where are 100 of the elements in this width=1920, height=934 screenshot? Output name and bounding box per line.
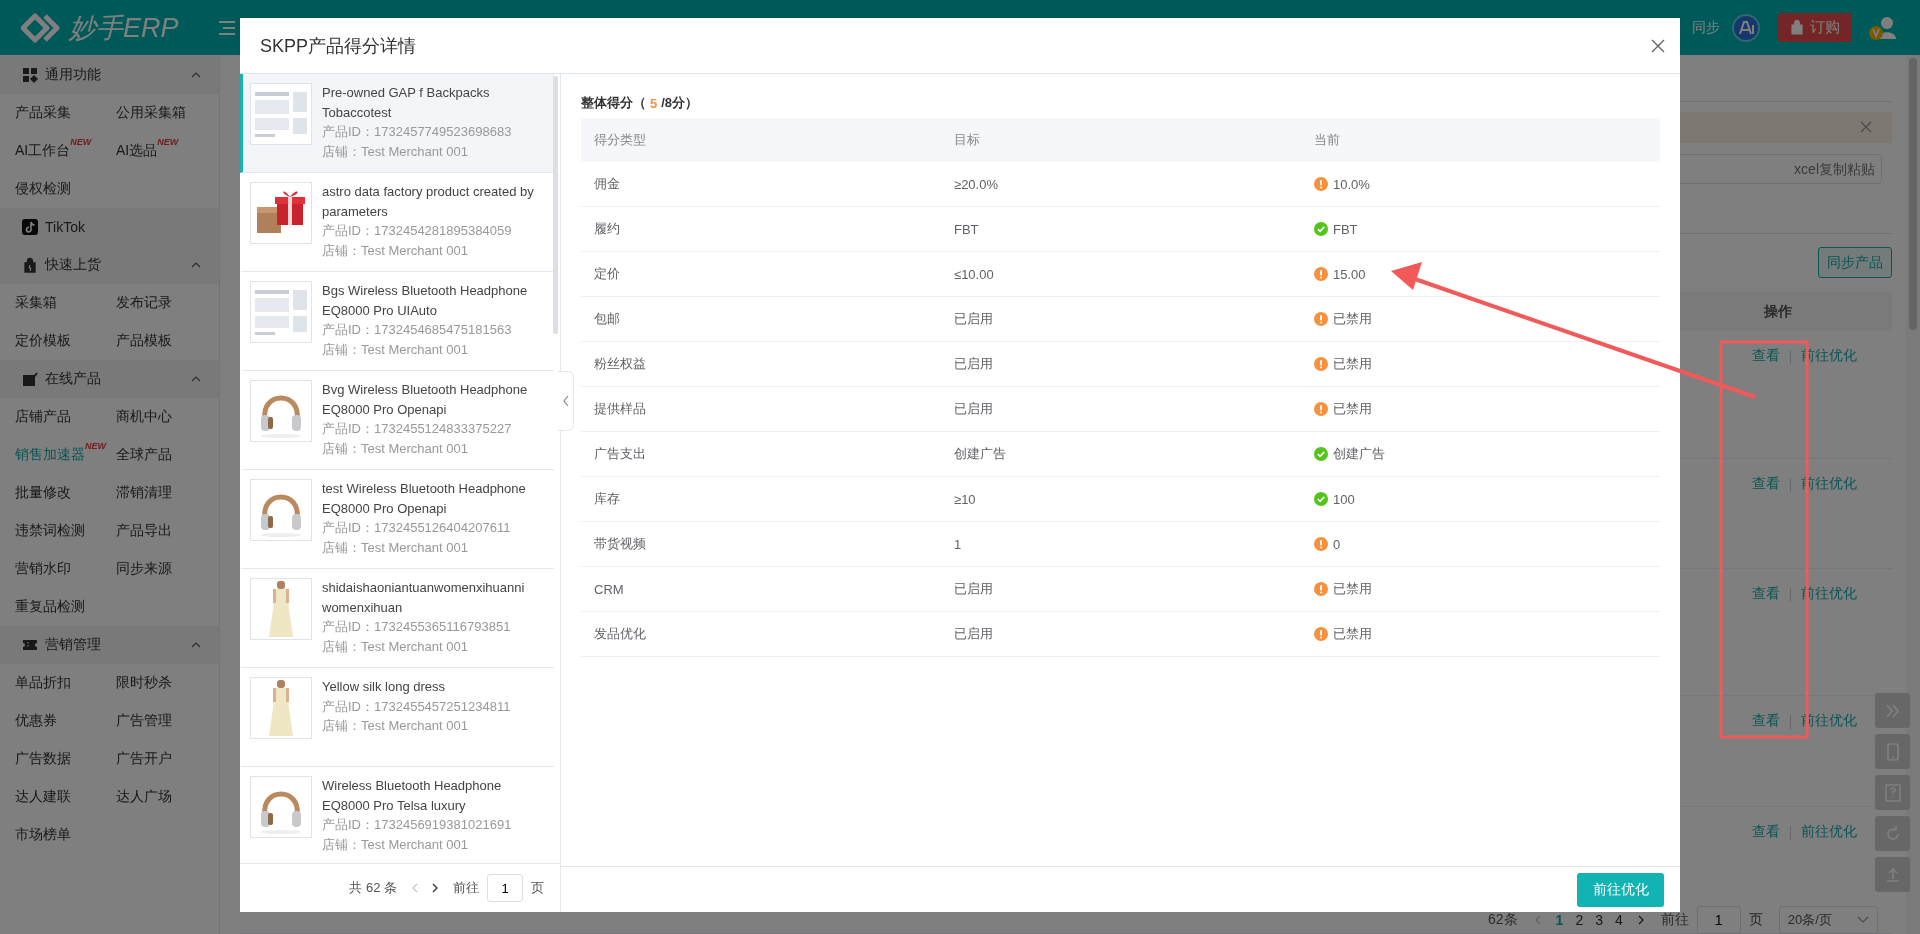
shop-name: 店铺：Test Merchant 001 [322, 717, 469, 735]
product-list-item[interactable]: test Wireless Bluetooth Headphone EQ8000 Pro Openapi 产品ID：1732455126404207611 店铺：Test Merchant 001 [240, 470, 554, 569]
floating-button[interactable] [1875, 857, 1910, 892]
sidebar-item[interactable]: 优惠券 [15, 712, 57, 730]
sidebar-item[interactable]: 限时秒杀 [116, 674, 172, 692]
page-number[interactable]: 4 [1614, 912, 1623, 928]
warning-icon [1314, 357, 1328, 371]
menu-icon[interactable] [218, 18, 235, 37]
product-list-item[interactable]: Bvg Wireless Bluetooth Headphone EQ8000 Pro Openapi 产品ID：1732455124833375227 店铺：Test Merchant 001 [240, 371, 554, 470]
close-icon[interactable] [1651, 38, 1665, 53]
table-cell-text: FBT [953, 221, 980, 237]
next-icon[interactable] [431, 883, 439, 893]
floating-button[interactable] [1875, 816, 1910, 851]
sidebar-item[interactable]: 重复品检测 [15, 598, 85, 616]
view-link[interactable]: 查看 [1752, 585, 1780, 604]
warning-icon [1314, 582, 1328, 596]
grid-icon [22, 67, 38, 83]
sidebar-item[interactable]: 发布记录 [116, 294, 172, 312]
previous-icon[interactable] [1533, 915, 1542, 925]
sidebar-item[interactable]: 产品采集 [15, 104, 71, 122]
goto-label: 前往 [1660, 911, 1689, 929]
product-list-item[interactable]: shidaishaoniantuanwomenxihuanni womenxihuan 产品ID：1732455365116793851 店铺：Test Merchant 001 [240, 569, 554, 668]
column-header: 得分类型 [593, 131, 647, 149]
scrollbar[interactable] [553, 76, 558, 334]
page-input[interactable]: 1 [1696, 906, 1741, 934]
section-header[interactable]: 在线产品 [0, 360, 219, 398]
product-list-item[interactable]: Pre-owned GAP f Backpacks Tobaccotest 产品ID：1732457749523698683 店铺：Test Merchant 001 [240, 74, 554, 173]
page-number[interactable]: 3 [1595, 912, 1603, 928]
product-list-item[interactable]: Yellow silk long dress 产品ID：1732455457251234811 店铺：Test Merchant 001 [240, 668, 554, 767]
sidebar-item[interactable]: 广告开户 [116, 750, 172, 768]
floating-button[interactable] [1875, 693, 1910, 728]
table-cell-text: 发品优化 [593, 625, 647, 643]
sidebar-item[interactable]: AI选品 [116, 142, 158, 160]
product-name: Pre-owned GAP f Backpacks Tobaccotest [322, 84, 491, 122]
product-list-item[interactable]: Bgs Wireless Bluetooth Headphone EQ8000 Pro UIAuto 产品ID：1732454685475181563 店铺：Test Merchant 001 [240, 272, 554, 371]
check-circle-icon [1314, 492, 1328, 506]
floating-button[interactable] [1875, 734, 1910, 769]
optimize-button[interactable]: 前往优化 [1577, 872, 1664, 907]
product-id: 产品ID：1732456919381021691 [322, 816, 513, 834]
sidebar-item[interactable]: 同步来源 [116, 560, 172, 578]
sidebar-item[interactable]: 滞销清理 [116, 484, 172, 502]
table-cell-text: CRM [593, 581, 625, 597]
product-id: 产品ID：1732455365116793851 [322, 618, 512, 636]
sidebar-item[interactable]: 达人广场 [116, 788, 172, 806]
section-header[interactable]: 通用功能 [0, 56, 219, 94]
sidebar-item[interactable]: 市场榜单 [15, 826, 71, 844]
sidebar-item[interactable]: AI工作台 [15, 142, 71, 160]
sidebar-item[interactable]: 违禁词检测 [15, 522, 85, 540]
table-cell: 已禁用 [1333, 310, 1372, 328]
table-cell-text: 已启用 [953, 310, 994, 328]
user-avatar-icon[interactable] [1868, 14, 1898, 41]
page-input[interactable]: 1 [487, 874, 523, 902]
sidebar-item[interactable]: 营销水印 [15, 560, 71, 578]
sidebar-item[interactable]: 批量修改 [15, 484, 71, 502]
sidebar-item[interactable]: 全球产品 [116, 446, 172, 464]
table-cell-text: ≥20.0% [953, 176, 999, 192]
sidebar-item[interactable]: 定价模板 [15, 332, 71, 350]
sidebar-item[interactable]: 达人建联 [15, 788, 71, 806]
collapse-handle[interactable] [558, 371, 574, 431]
total-count: 62条 [1488, 911, 1518, 929]
column-header: 当前 [1313, 131, 1341, 149]
product-name: test Wireless Bluetooth Headphone EQ8000 Pro Openapi [322, 480, 527, 518]
view-link[interactable]: 查看 [1752, 474, 1780, 493]
product-name: Bgs Wireless Bluetooth Headphone EQ8000 Pro UIAuto [322, 282, 529, 320]
new-label: NEW [70, 137, 92, 147]
sidebar-item[interactable]: 采集箱 [15, 294, 57, 312]
sidebar-item[interactable]: 单品折扣 [15, 674, 71, 692]
sidebar-item[interactable]: 公用采集箱 [116, 104, 186, 122]
chevron-down-icon [1856, 916, 1869, 924]
sidebar-item[interactable]: 侵权检测 [15, 180, 71, 198]
warning-icon [1314, 402, 1328, 416]
section-header[interactable]: 营销管理 [0, 626, 219, 664]
sidebar-item[interactable]: 广告数据 [15, 750, 71, 768]
floating-button[interactable] [1875, 775, 1910, 810]
score-total: /8分） [661, 94, 699, 112]
product-id: 产品ID：1732455124833375227 [322, 420, 513, 438]
page-size-select[interactable]: 20条/页 [1778, 906, 1878, 934]
page-number[interactable]: 2 [1575, 912, 1584, 928]
music-note-icon [22, 219, 38, 235]
sidebar-item[interactable]: 产品导出 [116, 522, 172, 540]
sidebar-item[interactable]: 商机中心 [116, 408, 172, 426]
sidebar-item[interactable]: TikTok [0, 208, 219, 246]
product-list-item[interactable]: Wireless Bluetooth Headphone EQ8000 Pro Telsa luxury 产品ID：1732456919381021691 店铺：Test Merchant 001 [240, 767, 554, 863]
previous-icon[interactable] [411, 883, 419, 893]
view-link[interactable]: 查看 [1752, 347, 1780, 366]
sidebar-item[interactable]: 产品模板 [116, 332, 172, 350]
section-header[interactable]: 快速上货 [0, 246, 219, 284]
view-link[interactable]: 查看 [1752, 712, 1780, 731]
shop-name: 店铺：Test Merchant 001 [322, 835, 469, 854]
sidebar-item[interactable]: 广告管理 [116, 712, 172, 730]
product-list-item[interactable]: astro data factory product created by parameters 产品ID：1732454281895384059 店铺：Test Merchant 001 [240, 173, 554, 272]
table-cell-text: 粉丝权益 [593, 355, 647, 373]
table-cell: 已禁用 [1333, 400, 1372, 418]
bag-icon [1790, 20, 1804, 35]
table-cell: 0 [1333, 536, 1341, 552]
table-cell: 已禁用 [1333, 625, 1372, 643]
order-button[interactable]: 订购 [1778, 13, 1852, 42]
sidebar-item[interactable]: 店铺产品 [15, 408, 71, 426]
view-link[interactable]: 查看 [1752, 822, 1780, 841]
ai-assistant-icon[interactable] [1732, 13, 1760, 42]
